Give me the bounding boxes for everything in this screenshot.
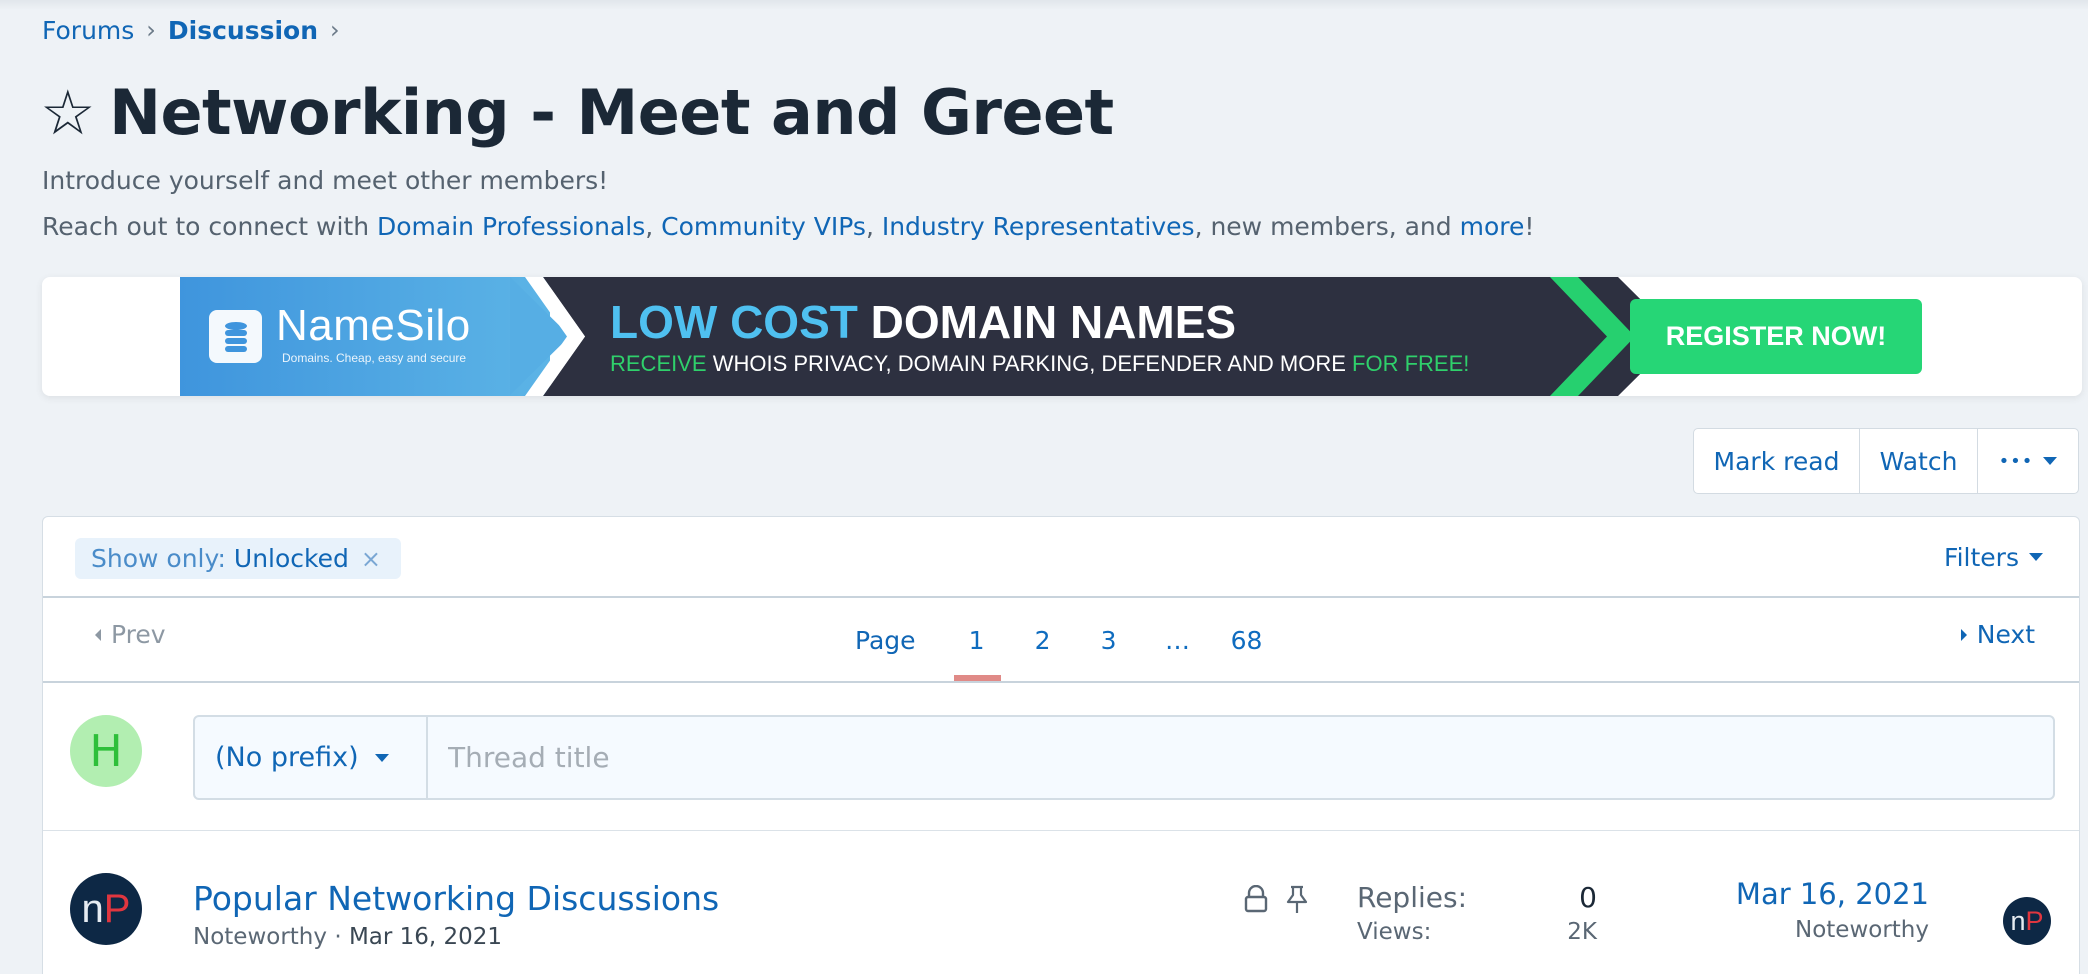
page-title-text: Networking - Meet and Greet	[109, 75, 1114, 149]
avatar-text: n	[81, 886, 104, 931]
ad-sub-middle: WHOIS PRIVACY, DOMAIN PARKING, DEFENDER …	[706, 351, 1353, 376]
filters-button[interactable]: Filters	[1944, 537, 2043, 577]
ad-banner[interactable]: NameSilo Domains. Cheap, easy and secure…	[42, 277, 2082, 396]
breadcrumb: Forums › Discussion ›	[42, 12, 352, 48]
page-jump-ellipsis[interactable]: …	[1142, 626, 1214, 655]
ad-brand-tagline: Domains. Cheap, easy and secure	[282, 351, 467, 365]
lock-icon	[1243, 884, 1269, 919]
page-title: ☆ Networking - Meet and Greet	[40, 70, 1114, 154]
close-icon[interactable]: ×	[361, 545, 381, 573]
pagination: Prev Page 1 2 3 … 68 Next	[43, 598, 2079, 683]
filter-chip-unlocked[interactable]: Show only: Unlocked ×	[75, 538, 401, 579]
chevron-down-icon	[2029, 553, 2043, 561]
filter-chip-label: Show only:	[91, 544, 226, 573]
link-more[interactable]: more	[1460, 212, 1525, 241]
thread-meta: Noteworthy · Mar 16, 2021	[193, 924, 502, 950]
desc-text: Reach out to connect with	[42, 212, 378, 241]
forum-description-links: Reach out to connect with Domain Profess…	[42, 212, 1534, 241]
thread-title-input[interactable]	[428, 717, 2053, 798]
pin-icon	[1285, 885, 1309, 919]
ad-brand-name: NameSilo	[276, 301, 471, 350]
views-label: Views:	[1357, 919, 1432, 945]
thread-start-date[interactable]: Mar 16, 2021	[349, 924, 502, 950]
breadcrumb-separator-icon: ›	[146, 16, 156, 44]
thread-author-link[interactable]: Noteworthy	[193, 924, 327, 950]
ad-headline: LOW COST DOMAIN NAMES	[610, 295, 1236, 349]
replies-label: Replies:	[1357, 881, 1468, 914]
last-post: Mar 16, 2021 Noteworthy	[1736, 877, 1929, 943]
link-industry-representatives[interactable]: Industry Representatives	[882, 212, 1195, 241]
views-count: 2K	[1567, 919, 1597, 945]
prev-page-button[interactable]: Prev	[95, 620, 166, 649]
ad-headline-part2: DOMAIN NAMES	[870, 296, 1237, 348]
mark-read-button[interactable]: Mark read	[1694, 429, 1860, 493]
ad-sub-suffix: FOR FREE!	[1352, 351, 1470, 376]
prev-label: Prev	[111, 620, 166, 649]
page-68[interactable]: 68	[1214, 626, 1280, 655]
meta-separator: ·	[334, 924, 349, 950]
last-post-user[interactable]: Noteworthy	[1736, 917, 1929, 943]
filter-bar: Show only: Unlocked × Filters	[43, 517, 2079, 598]
star-outline-icon[interactable]: ☆	[40, 76, 96, 149]
desc-comma: ,	[645, 212, 662, 241]
last-post-date[interactable]: Mar 16, 2021	[1736, 877, 1929, 911]
thread-status-icons	[1243, 884, 1309, 919]
avatar-text: n	[2010, 905, 2026, 936]
avatar[interactable]: H	[70, 715, 142, 787]
thread-list-card: Show only: Unlocked × Filters Prev Page …	[42, 516, 2080, 974]
ad-headline-part1: LOW COST	[610, 296, 858, 348]
page-1[interactable]: 1	[944, 626, 1010, 681]
replies-count: 0	[1579, 881, 1597, 914]
filter-chip-value: Unlocked	[233, 544, 349, 573]
filters-label: Filters	[1944, 542, 2019, 572]
register-now-button[interactable]: REGISTER NOW!	[1630, 299, 1922, 374]
chevron-down-icon	[374, 753, 389, 762]
quick-thread-form: H (No prefix)	[43, 683, 2079, 831]
desc-comma: ,	[865, 212, 882, 241]
page-3[interactable]: 3	[1076, 626, 1142, 655]
chevron-right-icon	[1960, 628, 1967, 641]
prefix-select[interactable]: (No prefix)	[195, 717, 428, 798]
avatar[interactable]: nP	[70, 873, 142, 945]
page-nav: Page 1 2 3 … 68	[855, 620, 1280, 681]
breadcrumb-discussion[interactable]: Discussion	[168, 16, 318, 45]
desc-text: !	[1524, 212, 1535, 241]
thread-row: nP Popular Networking Discussions Notewo…	[43, 831, 2079, 974]
more-options-button[interactable]: •••	[1978, 429, 2078, 493]
thread-title-input-group: (No prefix)	[193, 715, 2055, 800]
ad-subtext: RECEIVE WHOIS PRIVACY, DOMAIN PARKING, D…	[610, 351, 1469, 377]
avatar-text: P	[103, 886, 131, 931]
thread-stats: Replies: 0 Views: 2K	[1357, 881, 1597, 945]
avatar-text: P	[2025, 905, 2044, 936]
chevron-down-icon	[2043, 457, 2058, 465]
ellipsis-icon: •••	[1998, 450, 2034, 472]
chevron-left-icon	[95, 628, 101, 641]
page-label: Page	[855, 625, 916, 655]
forum-actions: Mark read Watch •••	[1693, 428, 2079, 494]
desc-text: , new members, and	[1194, 212, 1460, 241]
ad-sub-prefix: RECEIVE	[610, 351, 707, 376]
thread-title-link[interactable]: Popular Networking Discussions	[193, 879, 719, 918]
database-icon	[209, 310, 262, 363]
link-community-vips[interactable]: Community VIPs	[661, 212, 866, 241]
next-page-button[interactable]: Next	[1960, 620, 2035, 649]
namesilo-ad[interactable]: NameSilo Domains. Cheap, easy and secure…	[180, 277, 1720, 396]
next-label: Next	[1976, 620, 2035, 649]
top-shade	[0, 0, 2088, 10]
page-2[interactable]: 2	[1010, 626, 1076, 655]
breadcrumb-separator-icon: ›	[330, 16, 340, 44]
link-domain-professionals[interactable]: Domain Professionals	[377, 212, 645, 241]
last-poster-avatar[interactable]: nP	[2003, 897, 2051, 945]
watch-button[interactable]: Watch	[1860, 429, 1978, 493]
breadcrumb-forums[interactable]: Forums	[42, 16, 134, 45]
forum-description: Introduce yourself and meet other member…	[42, 166, 609, 195]
prefix-value: (No prefix)	[215, 742, 359, 773]
